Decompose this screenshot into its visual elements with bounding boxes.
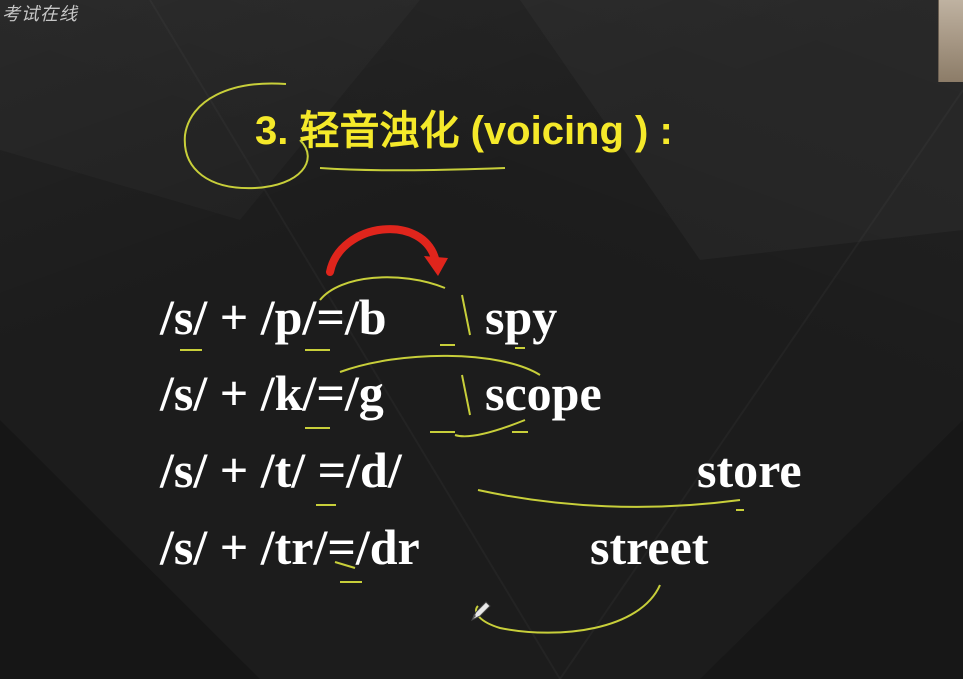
rule-formula-2: /s/ + /k/=/g [160,365,384,421]
watermark-logo: 考试在线 [2,4,78,25]
rule-example-1: spy [485,289,558,345]
rule-formula-1: /s/ + /p/=/b [160,289,387,345]
rule-example-4: street [590,519,709,575]
webcam-thumbnail [938,0,963,82]
title-underline-annotation [319,167,506,172]
curved-arrow-icon [326,225,440,276]
rule-example-2: scope [485,365,602,421]
rule-formula-3: /s/ + /t/ =/d/ [160,442,402,498]
rule-example-3: store [697,442,802,498]
slide: 考试在线 3. 轻音浊化 (voicing ) : /s/ + /p/=/b s… [0,0,963,679]
rule-formula-4: /s/ + /tr/=/dr [160,519,420,575]
pen-cursor-icon [470,601,491,622]
slide-title: 3. 轻音浊化 (voicing ) : [255,109,673,153]
